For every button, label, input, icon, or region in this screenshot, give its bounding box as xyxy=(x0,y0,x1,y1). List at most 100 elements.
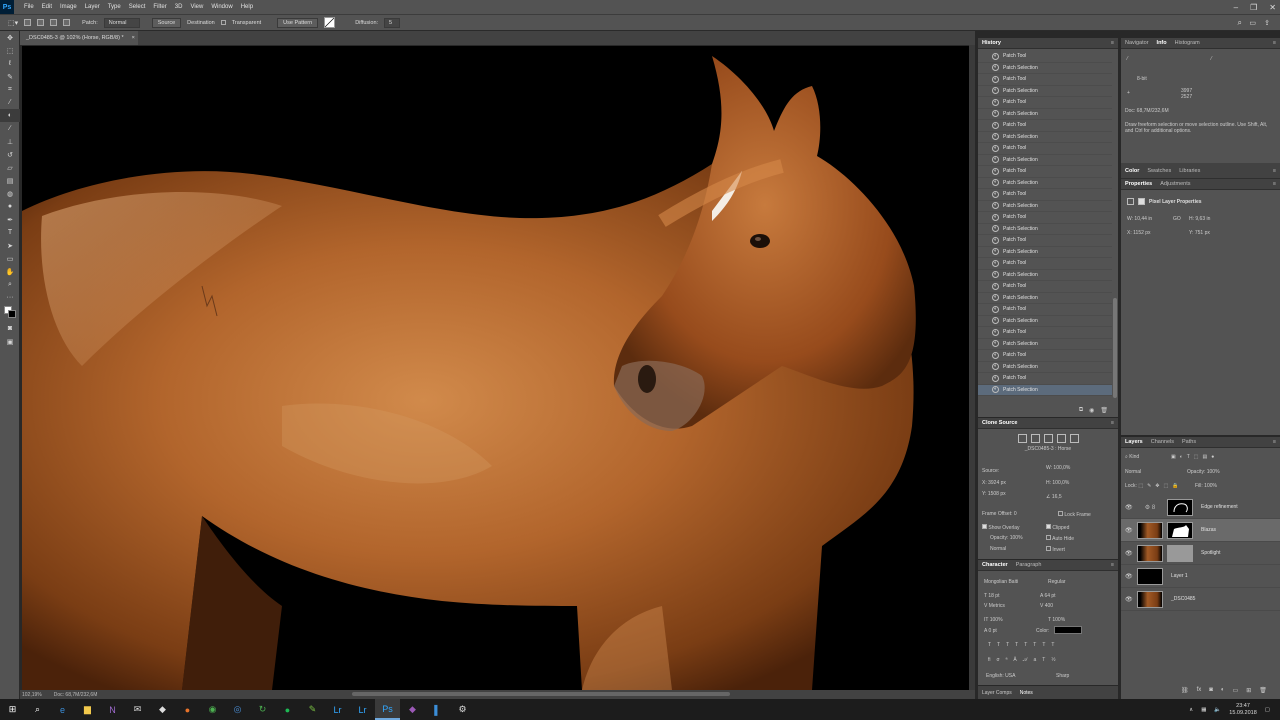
clock[interactable]: 23:47 15.09.2018 xyxy=(1229,703,1257,717)
tab-layers[interactable]: Layers xyxy=(1125,439,1143,445)
visibility-eye-icon[interactable]: 👁 xyxy=(1125,573,1133,580)
history-item[interactable]: ◐ Patch Selection xyxy=(978,63,1112,74)
kerning-value[interactable]: Metrics xyxy=(989,603,1005,609)
menu-image[interactable]: Image xyxy=(56,4,81,10)
show-overlay-checkbox[interactable] xyxy=(982,524,987,529)
lock-frame-checkbox[interactable] xyxy=(1058,511,1063,516)
zoom-level[interactable]: 102,19% xyxy=(22,692,42,698)
brush-tool-icon[interactable]: ∕ xyxy=(0,122,20,135)
x-value[interactable]: 1152 px xyxy=(1133,230,1150,236)
baseline-value[interactable]: 0 pt xyxy=(988,628,996,634)
history-item[interactable]: ◐ Patch Selection xyxy=(978,247,1112,258)
history-item[interactable]: ◐ Patch Selection xyxy=(978,201,1112,212)
history-item[interactable]: ◐ Patch Tool xyxy=(978,258,1112,270)
vpn-icon[interactable]: ◆ xyxy=(150,699,175,720)
snapshot-icon[interactable]: ◉ xyxy=(1089,407,1094,414)
tab-character[interactable]: Character xyxy=(982,562,1008,568)
layer-name[interactable]: Edge refinement xyxy=(1201,504,1238,510)
menu-file[interactable]: File xyxy=(20,4,38,10)
zoom-tool-icon[interactable]: ⌕ xyxy=(0,278,20,291)
visibility-eye-icon[interactable]: 👁 xyxy=(1125,550,1133,557)
document-tab[interactable]: _DSC0485-3 @ 102% (Horse, RGB/8) * × xyxy=(20,31,138,45)
history-item[interactable]: ◐ Patch Tool xyxy=(978,189,1112,201)
visibility-eye-icon[interactable]: 👁 xyxy=(1125,596,1133,603)
history-item[interactable]: ◐ Patch Tool xyxy=(978,350,1112,362)
group-icon[interactable]: ▭ xyxy=(1233,687,1239,694)
marquee-tool-icon[interactable]: ⬚ xyxy=(0,44,20,57)
app-icon[interactable]: ✎ xyxy=(300,699,325,720)
layer-thumbnail[interactable] xyxy=(1137,567,1163,585)
photoshop-taskbar-icon[interactable]: Ps xyxy=(375,699,400,720)
antialias-select[interactable]: Sharp xyxy=(1056,673,1069,679)
lightroom-icon[interactable]: Lr xyxy=(350,699,375,720)
history-item[interactable]: ◐ Patch Selection xyxy=(978,384,1112,396)
history-item[interactable]: ◐ Patch Selection xyxy=(978,316,1112,327)
tab-notes[interactable]: Notes xyxy=(1020,690,1033,696)
workspace-icon[interactable]: ▭ xyxy=(1249,19,1256,27)
history-item[interactable]: ◐ Patch Tool xyxy=(978,235,1112,247)
tab-clone-source[interactable]: Clone Source xyxy=(982,420,1017,426)
tab-adjustments[interactable]: Adjustments xyxy=(1160,181,1190,187)
history-item[interactable]: ◐ Patch Tool xyxy=(978,120,1112,132)
layer-row-dsc0485[interactable]: 👁 _DSC0485 xyxy=(1121,588,1280,611)
vertical-scale-value[interactable]: 100% xyxy=(990,617,1003,623)
intersect-selection-icon[interactable] xyxy=(63,19,71,26)
horizontal-scale-value[interactable]: 100% xyxy=(1052,617,1065,623)
menu-window[interactable]: Window xyxy=(207,4,236,10)
history-item[interactable]: ◐ Patch Tool xyxy=(978,373,1112,385)
restore-icon[interactable]: ❐ xyxy=(1250,3,1257,12)
eraser-tool-icon[interactable]: ▱ xyxy=(0,161,20,174)
layer-filter-icons[interactable]: ▣◐T⬚▤● xyxy=(1171,454,1218,460)
search-icon[interactable]: ⌕ xyxy=(1238,18,1242,28)
layer-name[interactable]: Blazas xyxy=(1201,527,1216,533)
transparent-checkbox[interactable] xyxy=(220,20,226,25)
clone-stamp-tool-icon[interactable]: ⊥ xyxy=(0,135,20,148)
tracking-value[interactable]: 400 xyxy=(1045,603,1053,609)
font-size-value[interactable]: 18 pt xyxy=(988,593,999,599)
tab-layer-comps[interactable]: Layer Comps xyxy=(982,690,1012,696)
tab-properties[interactable]: Properties xyxy=(1125,181,1152,187)
menu-help[interactable]: Help xyxy=(237,4,257,10)
clone-w-value[interactable]: 100,0% xyxy=(1053,465,1070,471)
edge-browser-icon[interactable]: e xyxy=(50,699,75,720)
layer-name[interactable]: Spotlight xyxy=(1201,550,1220,556)
text-color-swatch[interactable] xyxy=(1054,626,1082,634)
history-item[interactable]: ◐ Patch Selection xyxy=(978,339,1112,350)
color-swatches-icon[interactable] xyxy=(0,304,20,322)
layer-mask-thumbnail[interactable] xyxy=(1167,498,1193,516)
tab-color[interactable]: Color xyxy=(1125,168,1139,174)
clone-y-value[interactable]: 1508 px xyxy=(988,491,1006,497)
layer-row-blazas[interactable]: 👁 Blazas xyxy=(1121,519,1280,542)
add-mask-icon[interactable]: ◙ xyxy=(1209,687,1213,694)
hand-tool-icon[interactable]: ✋ xyxy=(0,265,20,278)
history-item[interactable]: ◐ Patch Tool xyxy=(978,327,1112,339)
frame-offset-value[interactable]: 0 xyxy=(1014,511,1017,517)
network-icon[interactable]: ▦ xyxy=(1201,707,1206,713)
history-item[interactable]: ◐ Patch Selection xyxy=(978,270,1112,281)
tab-swatches[interactable]: Swatches xyxy=(1147,168,1171,174)
close-tab-icon[interactable]: × xyxy=(132,35,135,41)
shape-tool-icon[interactable]: ▭ xyxy=(0,252,20,265)
panel-menu-icon[interactable]: ≡ xyxy=(1273,168,1276,174)
tab-history[interactable]: History xyxy=(982,40,1001,46)
y-value[interactable]: 751 px xyxy=(1195,230,1210,236)
history-item[interactable]: ◐ Patch Tool xyxy=(978,74,1112,86)
filter-kind-select[interactable]: Kind xyxy=(1129,454,1139,460)
move-tool-icon[interactable]: ✥ xyxy=(0,31,20,44)
path-select-tool-icon[interactable]: ➤ xyxy=(0,239,20,252)
tab-libraries[interactable]: Libraries xyxy=(1179,168,1200,174)
eyedropper-tool-icon[interactable]: ⁄ xyxy=(0,96,20,109)
clone-x-value[interactable]: 3924 px xyxy=(988,480,1006,486)
layer-style-icon[interactable]: fx xyxy=(1197,687,1202,694)
mail-icon[interactable]: ✉ xyxy=(125,699,150,720)
subtract-selection-icon[interactable] xyxy=(50,19,58,26)
patch-tool-icon[interactable]: ◐ xyxy=(0,109,20,122)
panel-menu-icon[interactable]: ≡ xyxy=(1111,40,1114,46)
history-item[interactable]: ◐ Patch Tool xyxy=(978,51,1112,63)
pen-tool-icon[interactable]: ✒ xyxy=(0,213,20,226)
opacity-value[interactable]: 100% xyxy=(1207,469,1220,475)
type-style-buttons[interactable]: TTTTTTTT xyxy=(988,642,1060,648)
screen-mode-icon[interactable]: ▣ xyxy=(0,335,20,348)
history-item[interactable]: ◐ Patch Selection xyxy=(978,86,1112,97)
history-item[interactable]: ◐ Patch Tool xyxy=(978,212,1112,224)
